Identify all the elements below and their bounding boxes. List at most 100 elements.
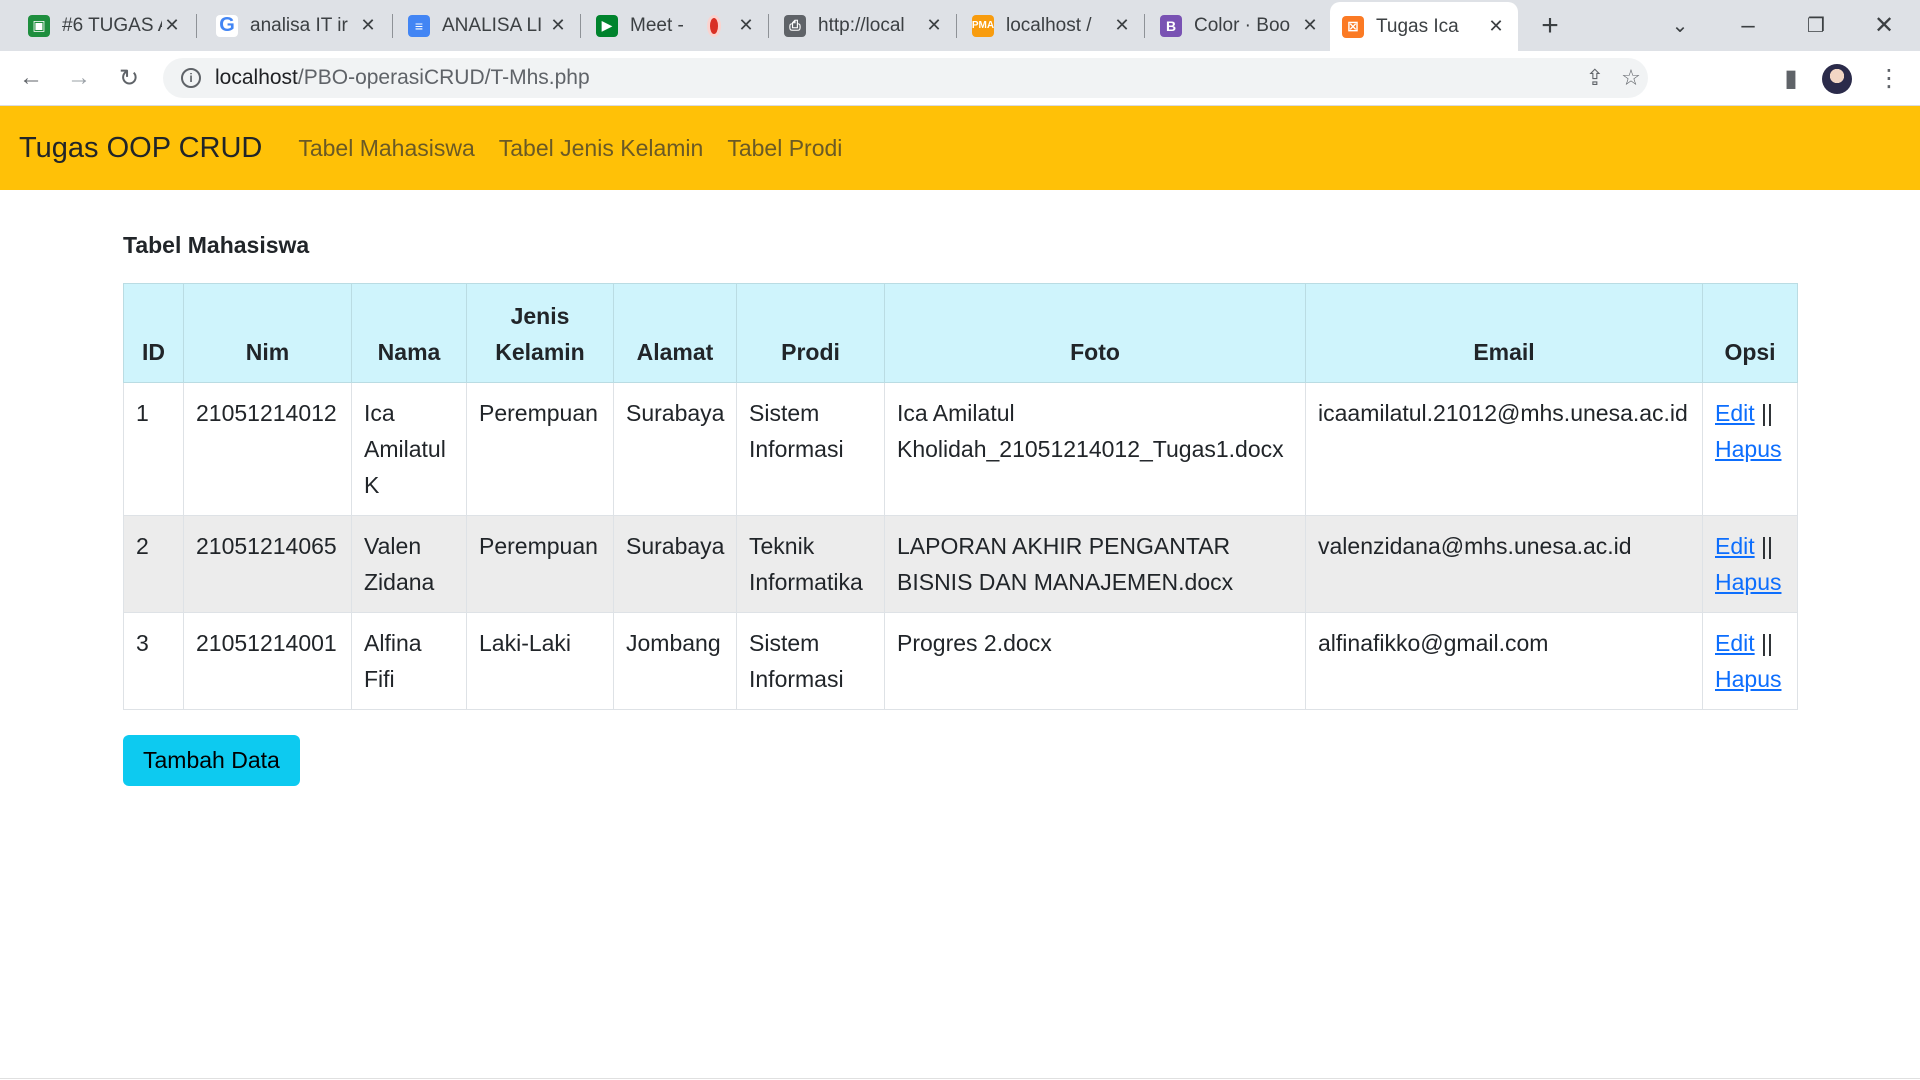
tambah-data-button[interactable]: Tambah Data [123, 735, 300, 786]
delete-link[interactable]: Hapus [1715, 436, 1781, 462]
cell-id: 1 [123, 382, 184, 516]
cell-jenis-kelamin: Perempuan [466, 515, 614, 613]
table-header-row: ID Nim Nama Jenis Kelamin Alamat Prodi F… [123, 283, 1798, 383]
tab-bootstrap[interactable]: B Color · Boo ✕ [1148, 0, 1332, 51]
column-header: ID [123, 283, 184, 383]
cell-opsi: Edit || Hapus [1702, 382, 1798, 516]
menu-kebab-icon[interactable]: ⋮ [1870, 59, 1908, 97]
cell-jenis-kelamin: Perempuan [466, 382, 614, 516]
bootstrap-icon: B [1160, 14, 1182, 37]
tab-active-tugas-ica[interactable]: ⊠ Tugas Ica ✕ [1330, 2, 1518, 51]
restore-button[interactable]: ❐ [1790, 0, 1842, 51]
table-row: 1 21051214012 Ica Amilatul K Perempuan S… [123, 382, 1798, 516]
docs-icon: ≡ [408, 14, 430, 37]
close-icon[interactable]: ✕ [162, 15, 182, 36]
nav-tabel-prodi[interactable]: Tabel Prodi [727, 135, 842, 162]
bookmark-star-icon[interactable]: ☆ [1619, 65, 1643, 90]
separator: || [1761, 533, 1773, 559]
tab-phpmyadmin[interactable]: PMA localhost / ✕ [960, 0, 1144, 51]
cell-prodi: Sistem Informasi [736, 382, 885, 516]
cell-email: icaamilatul.21012@mhs.unesa.ac.id [1305, 382, 1703, 516]
browser-toolbar: ← → ↻ i localhost/PBO-operasiCRUD/T-Mhs.… [0, 51, 1920, 106]
cell-alamat: Surabaya [613, 382, 737, 516]
tab-classroom[interactable]: ▣ #6 TUGAS A ✕ [16, 0, 194, 51]
close-icon[interactable]: ✕ [1300, 15, 1320, 36]
tab-localhost-print[interactable]: ⎙ http://local ✕ [772, 0, 956, 51]
forward-button[interactable]: → [60, 59, 98, 97]
page-title: Tabel Mahasiswa [123, 232, 310, 258]
cell-nim: 21051214065 [183, 515, 352, 613]
cell-email: valenzidana@mhs.unesa.ac.id [1305, 515, 1703, 613]
cell-foto: LAPORAN AKHIR PENGANTAR BISNIS DAN MANAJ… [884, 515, 1306, 613]
printer-icon: ⎙ [784, 14, 806, 37]
cell-foto: Ica Amilatul Kholidah_21051214012_Tugas1… [884, 382, 1306, 516]
column-header: Nama [351, 283, 467, 383]
column-header: Prodi [736, 283, 885, 383]
column-header: Alamat [613, 283, 737, 383]
cell-id: 3 [123, 612, 184, 710]
edit-link[interactable]: Edit [1715, 630, 1755, 656]
separator: || [1761, 400, 1773, 426]
phpmyadmin-icon: PMA [972, 14, 994, 37]
classroom-icon: ▣ [28, 14, 50, 37]
avatar[interactable] [1822, 64, 1852, 94]
cell-jenis-kelamin: Laki-Laki [466, 612, 614, 710]
navbar-brand[interactable]: Tugas OOP CRUD [19, 132, 262, 165]
url-text[interactable]: localhost/PBO-operasiCRUD/T-Mhs.php [215, 66, 590, 90]
address-bar[interactable]: i localhost/PBO-operasiCRUD/T-Mhs.php ⇪ … [163, 58, 1648, 98]
cell-prodi: Teknik Informatika [736, 515, 885, 613]
side-panel-icon[interactable]: ▮ [1772, 59, 1810, 97]
table-row: 3 21051214001 Alfina Fifi Laki-Laki Jomb… [123, 612, 1798, 710]
column-header: Opsi [1702, 283, 1798, 383]
edit-link[interactable]: Edit [1715, 533, 1755, 559]
navbar: Tugas OOP CRUD Tabel Mahasiswa Tabel Jen… [0, 106, 1920, 190]
cell-email: alfinafikko@gmail.com [1305, 612, 1703, 710]
minimize-button[interactable]: – [1722, 0, 1774, 51]
close-icon[interactable]: ✕ [924, 15, 944, 36]
delete-link[interactable]: Hapus [1715, 666, 1781, 692]
close-icon[interactable]: ✕ [548, 15, 568, 36]
back-button[interactable]: ← [12, 59, 50, 97]
cell-prodi: Sistem Informasi [736, 612, 885, 710]
tab-meet[interactable]: ▶ Meet - ✕ [584, 0, 768, 51]
tab-search-chevron-icon[interactable]: ⌄ [1654, 0, 1706, 51]
nav-tabel-mahasiswa[interactable]: Tabel Mahasiswa [298, 135, 474, 162]
separator: || [1761, 630, 1773, 656]
tab-docs[interactable]: ≡ ANALISA LI ✕ [396, 0, 580, 51]
recording-icon [709, 17, 718, 34]
cell-nim: 21051214012 [183, 382, 352, 516]
cell-alamat: Surabaya [613, 515, 737, 613]
cell-nama: Ica Amilatul K [351, 382, 467, 516]
column-header: Jenis Kelamin [466, 283, 614, 383]
mahasiswa-table: ID Nim Nama Jenis Kelamin Alamat Prodi F… [123, 283, 1798, 710]
reload-button[interactable]: ↻ [110, 59, 148, 97]
new-tab-button[interactable]: + [1524, 0, 1576, 51]
xampp-icon: ⊠ [1342, 15, 1364, 38]
tab-strip: ▣ #6 TUGAS A ✕ G analisa IT ir ✕ ≡ ANALI… [0, 0, 1920, 51]
share-icon[interactable]: ⇪ [1583, 65, 1607, 90]
column-header: Foto [884, 283, 1306, 383]
site-info-icon[interactable]: i [181, 68, 201, 88]
edit-link[interactable]: Edit [1715, 400, 1755, 426]
google-icon: G [216, 14, 238, 37]
cell-nim: 21051214001 [183, 612, 352, 710]
cell-opsi: Edit || Hapus [1702, 612, 1798, 710]
close-icon[interactable]: ✕ [1112, 15, 1132, 36]
window-close-button[interactable]: ✕ [1858, 0, 1910, 51]
cell-id: 2 [123, 515, 184, 613]
nav-tabel-jenis-kelamin[interactable]: Tabel Jenis Kelamin [499, 135, 704, 162]
cell-nama: Valen Zidana [351, 515, 467, 613]
column-header: Email [1305, 283, 1703, 383]
delete-link[interactable]: Hapus [1715, 569, 1781, 595]
cell-alamat: Jombang [613, 612, 737, 710]
close-icon[interactable]: ✕ [736, 15, 756, 36]
page-bottom-divider [0, 1078, 1920, 1079]
cell-nama: Alfina Fifi [351, 612, 467, 710]
main-content: Tabel Mahasiswa ID Nim Nama Jenis Kelami… [123, 190, 1798, 786]
tab-google[interactable]: G analisa IT ir ✕ [204, 0, 390, 51]
column-header: Nim [183, 283, 352, 383]
cell-foto: Progres 2.docx [884, 612, 1306, 710]
close-icon[interactable]: ✕ [1486, 16, 1506, 37]
cell-opsi: Edit || Hapus [1702, 515, 1798, 613]
close-icon[interactable]: ✕ [358, 15, 378, 36]
